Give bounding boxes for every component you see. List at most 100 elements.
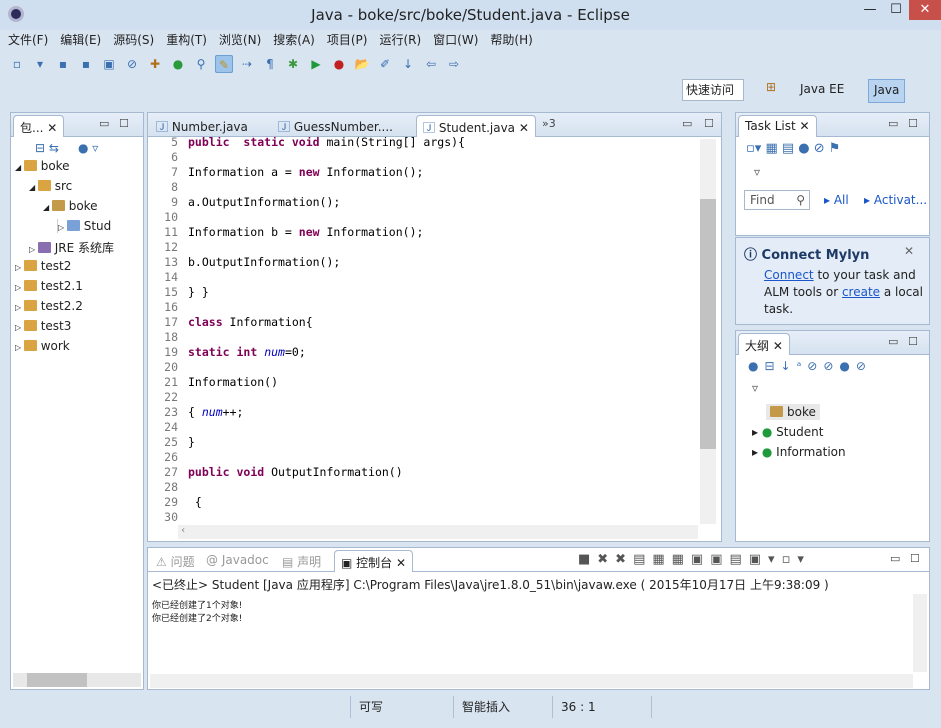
open-folder-icon[interactable]: 📂 (353, 55, 371, 73)
close-icon[interactable]: ✕ (904, 244, 914, 258)
back-icon[interactable]: ⇦ (422, 55, 440, 73)
console-output[interactable]: 你已经创建了1个对象! 你已经创建了2个对象! (152, 598, 912, 624)
tree-item[interactable]: ◢ boke (43, 199, 98, 213)
maximize-icon[interactable]: ☐ (704, 117, 714, 130)
editor-tab[interactable]: 🄹 Number.java (150, 115, 254, 137)
run-icon[interactable]: ▶ (307, 55, 325, 73)
save-icon[interactable]: ▪ (54, 55, 72, 73)
maximize-icon[interactable]: ☐ (908, 335, 918, 348)
tree-item[interactable]: ▷ test2 (15, 259, 71, 273)
show-whitespace-icon[interactable]: ¶ (261, 55, 279, 73)
minimize-icon[interactable]: ▭ (888, 335, 898, 348)
mark-occurrences-icon[interactable]: ✎ (215, 55, 233, 73)
skip-breakpoints-icon[interactable]: ⊘ (123, 55, 141, 73)
console-toolbar[interactable]: ■✖✖▤▦▦▣▣▤▣▾▫▾ (578, 552, 811, 567)
tab-outline[interactable]: 大纲 ✕ (738, 333, 790, 355)
minimize-button[interactable]: — (857, 0, 883, 20)
menu-item[interactable]: 文件(F) (8, 31, 48, 51)
menu-item[interactable]: 帮助(H) (490, 31, 532, 51)
open-type-icon[interactable]: ⚲ (192, 55, 210, 73)
tree-item[interactable]: ▷ JRE 系统库 (29, 239, 114, 256)
menu-item[interactable]: 编辑(E) (60, 31, 101, 51)
create-link[interactable]: create (842, 285, 880, 299)
perspective-java-ee[interactable]: Java EE (795, 79, 849, 103)
forward-icon[interactable]: ⇨ (445, 55, 463, 73)
new-package-icon[interactable]: ✚ (146, 55, 164, 73)
menu-item[interactable]: 浏览(N) (219, 31, 261, 51)
expand-arrow-icon[interactable]: ▷ (29, 245, 38, 254)
console-tab[interactable]: ▣ 控制台 ✕ (334, 550, 414, 572)
connect-link[interactable]: Connect (764, 268, 814, 282)
menu-item[interactable]: 搜索(A) (273, 31, 315, 51)
outline-toolbar[interactable]: ●⊟↓ᵃ⊘⊘●⊘ (748, 359, 872, 373)
maximize-button[interactable]: ☐ (883, 0, 909, 20)
menu-item[interactable]: 源码(S) (113, 31, 154, 51)
maximize-icon[interactable]: ☐ (910, 552, 920, 565)
horizontal-scrollbar[interactable]: ‹ (178, 525, 698, 539)
expand-arrow-icon[interactable]: ▷ (15, 323, 24, 332)
view-menu-icon[interactable]: ▿ (752, 381, 758, 395)
expand-arrow-icon[interactable]: ◢ (43, 203, 52, 212)
outline-item-class-student[interactable]: ▸ ● Student (752, 425, 823, 439)
expand-arrow-icon[interactable]: ▷ (15, 303, 24, 312)
outline-item-class-information[interactable]: ▸ ● Information (752, 445, 846, 459)
tab-package-explorer[interactable]: 包... ✕ (13, 115, 65, 137)
annotation-icon[interactable]: ↓ (399, 55, 417, 73)
editor-tab[interactable]: 🄹 GuessNumber.... (272, 115, 399, 137)
close-button[interactable]: ✕ (909, 0, 941, 20)
outline-item-package[interactable]: boke (766, 404, 820, 420)
debug-icon[interactable]: ✱ (284, 55, 302, 73)
perspective-java[interactable]: Java (868, 79, 906, 103)
block-selection-icon[interactable]: ⇢ (238, 55, 256, 73)
console-tab[interactable]: @ Javadoc (200, 550, 275, 572)
expand-arrow-icon[interactable]: ▷ (58, 223, 67, 232)
activate-link[interactable]: ▸ Activat... (864, 193, 927, 207)
menu-item[interactable]: 运行(R) (379, 31, 421, 51)
console-tab[interactable]: ▤ 声明 (276, 550, 327, 572)
dropdown-icon[interactable]: ▾ (31, 55, 49, 73)
search-icon[interactable]: ✐ (376, 55, 394, 73)
tree-item[interactable]: ◢ src (29, 179, 72, 193)
tree-item[interactable]: ◢ boke (15, 159, 70, 173)
find-input[interactable]: Find ⚲ (744, 190, 810, 210)
minimize-icon[interactable]: ▭ (682, 117, 692, 130)
console-tab[interactable]: ⚠ 问题 (150, 550, 201, 572)
tree-item[interactable]: ▷ Stud (57, 219, 112, 233)
menu-item[interactable]: 重构(T) (166, 31, 207, 51)
horizontal-scrollbar[interactable] (13, 673, 141, 687)
tree-item[interactable]: ▷ test2.1 (15, 279, 83, 293)
new-class-icon[interactable]: ● (169, 55, 187, 73)
all-filter-link[interactable]: ▸ All (824, 193, 849, 207)
collapse-all-icon[interactable]: ⊟ ⇆ ● ▿ (35, 141, 98, 155)
task-toolbar[interactable]: ▫▾ ▦ ▤ ● ⊘ ⚑ (746, 141, 840, 156)
horizontal-scrollbar[interactable] (150, 674, 913, 688)
minimize-icon[interactable]: ▭ (888, 117, 898, 130)
menu-item[interactable]: 项目(P) (327, 31, 368, 51)
tree-item[interactable]: ▷ work (15, 339, 70, 353)
vertical-scrollbar[interactable] (913, 594, 927, 672)
editor-tab[interactable]: 🄹 Student.java ✕ (416, 115, 536, 137)
tree-item[interactable]: ▷ test2.2 (15, 299, 83, 313)
open-perspective-icon[interactable]: ⊞ (766, 80, 782, 98)
console-icon[interactable]: ▣ (100, 55, 118, 73)
expand-arrow-icon[interactable]: ▷ (15, 283, 24, 292)
view-menu-icon[interactable]: ▿ (754, 165, 760, 179)
vertical-scrollbar[interactable] (700, 139, 716, 524)
tree-item[interactable]: ▷ test3 (15, 319, 71, 333)
minimize-icon[interactable]: ▭ (890, 552, 900, 565)
expand-arrow-icon[interactable]: ◢ (15, 163, 24, 172)
close-tab-icon[interactable]: ✕ (392, 556, 406, 570)
code-editor[interactable]: 5 public static void main(String[] args){… (148, 137, 698, 522)
tab-overflow[interactable]: »3 (542, 117, 556, 130)
expand-arrow-icon[interactable]: ◢ (29, 183, 38, 192)
quick-access-input[interactable]: 快速访问 (682, 79, 744, 101)
tab-task-list[interactable]: Task List ✕ (738, 115, 817, 137)
expand-arrow-icon[interactable]: ▷ (15, 263, 24, 272)
maximize-icon[interactable]: ☐ (908, 117, 918, 130)
maximize-icon[interactable]: ☐ (119, 117, 129, 130)
menu-item[interactable]: 窗口(W) (433, 31, 478, 51)
minimize-icon[interactable]: ▭ (99, 117, 109, 130)
expand-arrow-icon[interactable]: ▷ (15, 343, 24, 352)
save-all-icon[interactable]: ▪ (77, 55, 95, 73)
new-icon[interactable]: ▫ (8, 55, 26, 73)
